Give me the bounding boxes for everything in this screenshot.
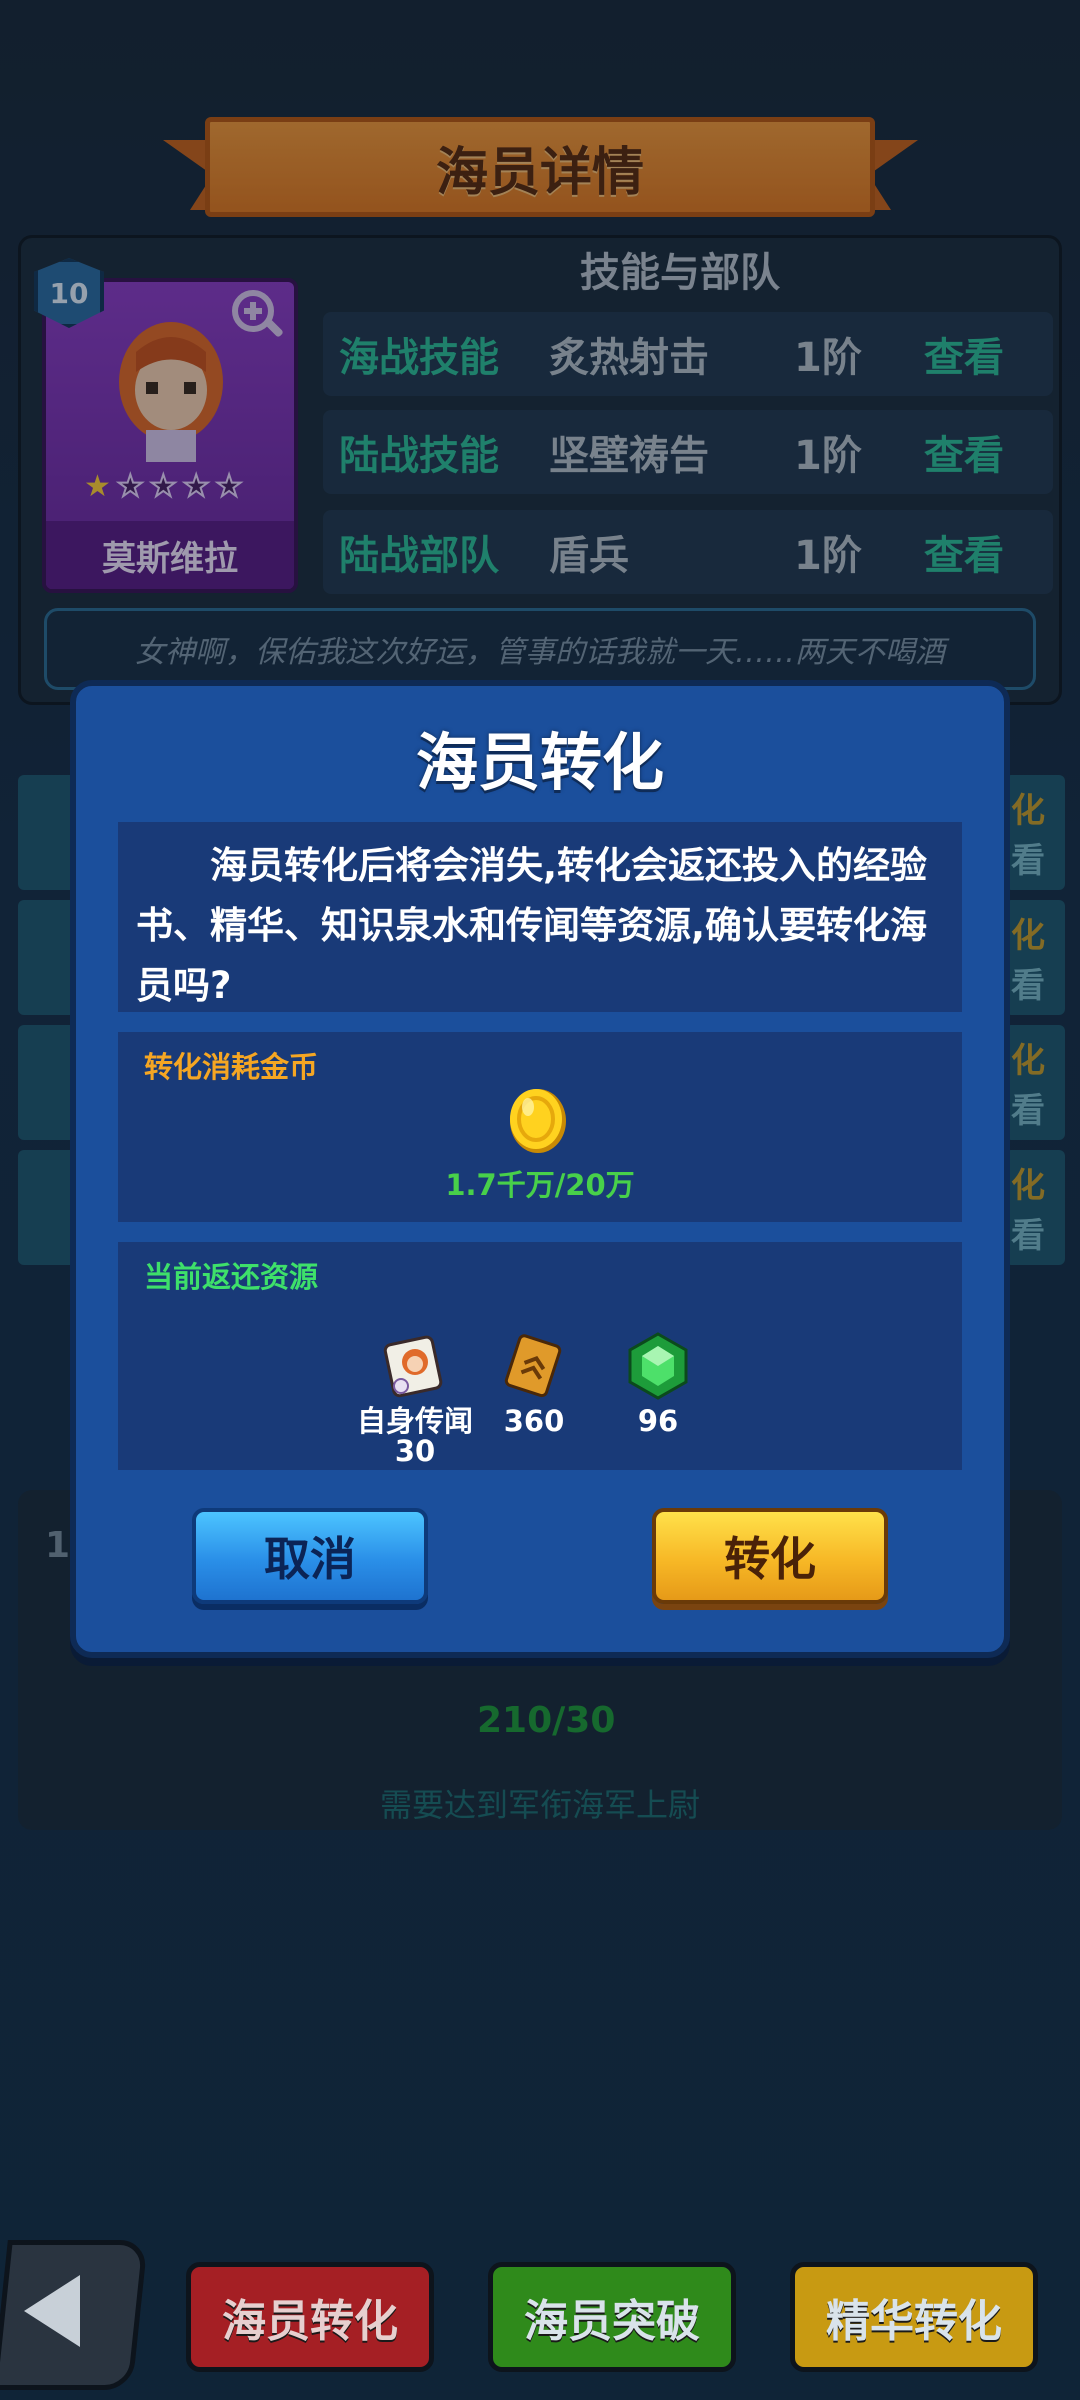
back-arrow-icon xyxy=(24,2275,80,2347)
return-item-value: 360 xyxy=(503,1404,565,1438)
essence-convert-button[interactable]: 精华转化 xyxy=(790,2262,1038,2372)
crew-convert-button[interactable]: 海员转化 xyxy=(186,2262,434,2372)
exp-book-icon xyxy=(504,1334,562,1398)
convert-confirm-button[interactable]: 转化 xyxy=(652,1508,888,1604)
dialog-title: 海员转化 xyxy=(415,726,664,799)
cost-amount: 1.7千万/20万 xyxy=(445,1168,635,1202)
return-item-gem[interactable]: 96 xyxy=(618,1330,698,1436)
return-item-book[interactable]: 360 xyxy=(494,1330,574,1436)
return-item-name: 自身传闻 xyxy=(356,1404,473,1438)
crew-breakthrough-label: 海员突破 xyxy=(524,2296,700,2347)
return-item-value: 96 xyxy=(637,1404,679,1438)
rumor-scroll-icon xyxy=(383,1335,443,1398)
dialog-message: 海员转化后将会消失,转化会返还投入的经验书、精华、知识泉水和传闻等资源,确认要转… xyxy=(136,844,928,1007)
dialog-message-box: 海员转化后将会消失,转化会返还投入的经验书、精华、知识泉水和传闻等资源,确认要转… xyxy=(118,822,962,1012)
crew-convert-label: 海员转化 xyxy=(222,2296,398,2347)
crew-breakthrough-button[interactable]: 海员突破 xyxy=(488,2262,736,2372)
cost-label: 转化消耗金币 xyxy=(144,1050,319,1084)
return-item-rumor[interactable]: 自身传闻 30 xyxy=(350,1330,480,1466)
green-gem-icon xyxy=(628,1332,688,1400)
essence-convert-label: 精华转化 xyxy=(826,2296,1002,2347)
returns-label: 当前返还资源 xyxy=(144,1260,319,1294)
gold-coin-icon xyxy=(510,1089,566,1153)
cancel-button[interactable]: 取消 xyxy=(192,1508,428,1604)
return-item-value: 30 xyxy=(394,1434,436,1468)
